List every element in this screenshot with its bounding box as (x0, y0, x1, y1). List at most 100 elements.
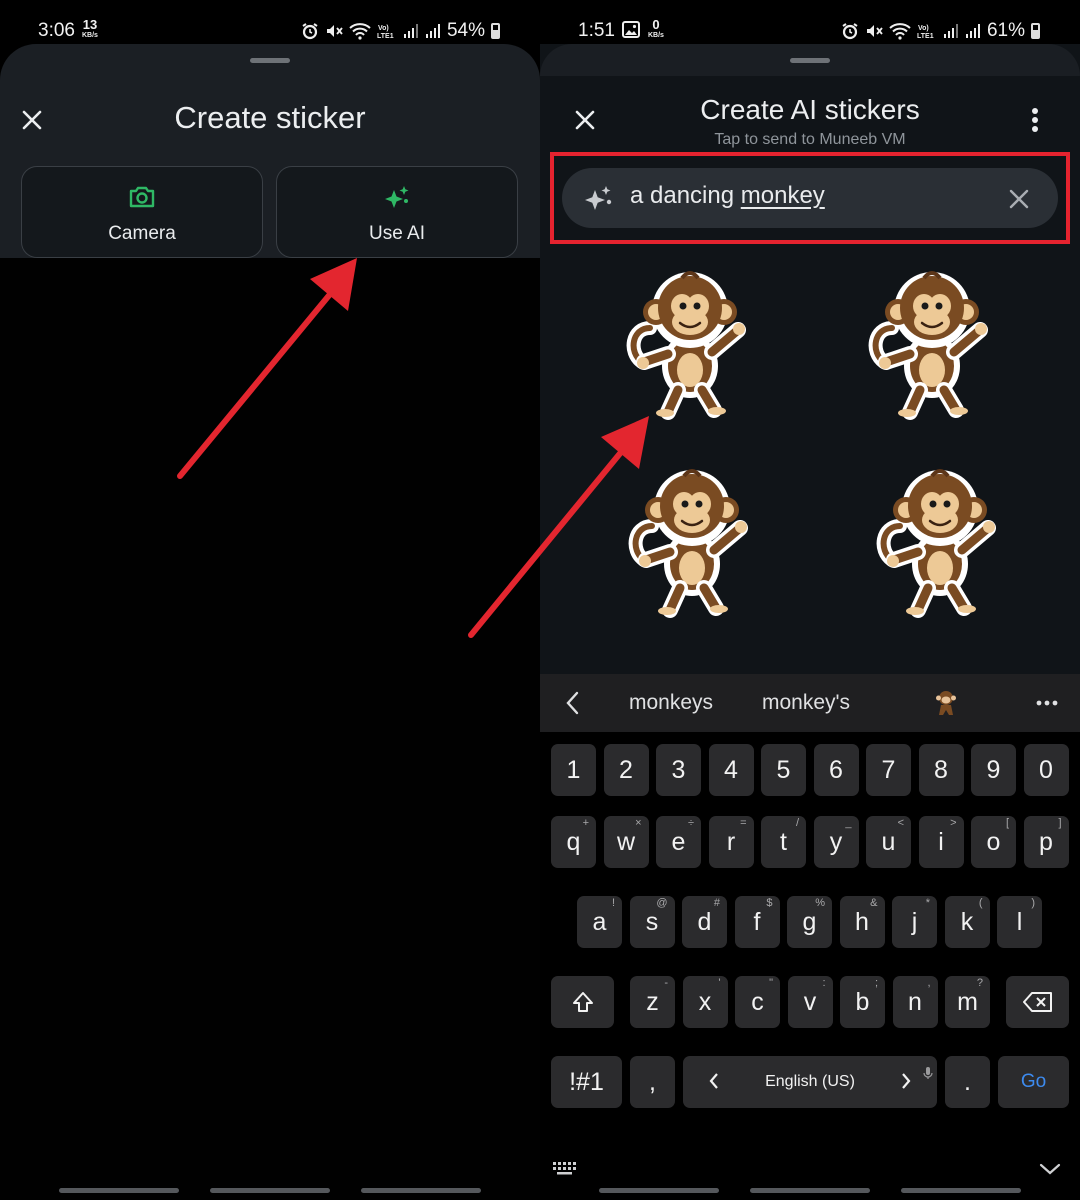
prompt-input[interactable]: a dancing monkey (562, 168, 1058, 228)
drag-handle[interactable] (250, 58, 290, 63)
key-y[interactable]: y _ (813, 816, 859, 868)
key-l[interactable]: l) (997, 896, 1042, 948)
number-key-9[interactable]: 9 (971, 744, 1016, 796)
key-t[interactable]: t / (761, 816, 806, 868)
comma-key[interactable]: , (630, 1056, 675, 1108)
more-options-button[interactable] (1018, 102, 1052, 138)
svg-text:Vo): Vo) (918, 25, 929, 32)
spacebar-key[interactable]: English (US) (683, 1056, 937, 1108)
symbols-key[interactable]: !#1 (551, 1056, 622, 1108)
key-u[interactable]: u < (866, 816, 911, 868)
key-hint: [ (1005, 817, 1009, 829)
key-a[interactable]: a! (577, 896, 622, 948)
page-subtitle: Tap to send to Muneeb VM (714, 131, 906, 148)
key-b[interactable]: b; (840, 976, 885, 1028)
mute-icon (326, 25, 343, 37)
ai-sparkle-icon (383, 185, 411, 216)
drag-handle[interactable] (790, 58, 830, 63)
key-label: 2 (619, 755, 633, 784)
shift-key[interactable] (551, 976, 614, 1028)
key-label: i (938, 827, 944, 856)
key-label: d (697, 907, 712, 936)
backspace-key[interactable] (1006, 976, 1069, 1028)
number-key-4[interactable]: 4 (708, 744, 754, 796)
key-x[interactable]: x ' (682, 976, 728, 1028)
language-label: English (US) (765, 1073, 855, 1090)
key-d[interactable]: d # (682, 896, 727, 948)
key-label: n (908, 987, 922, 1016)
key-p[interactable]: p] (1023, 816, 1069, 868)
monkey-emoji-suggestion[interactable] (928, 686, 964, 720)
key-o[interactable]: o[ (971, 816, 1016, 868)
key-hint: * (925, 897, 930, 909)
number-key-3[interactable]: 3 (656, 744, 701, 796)
number-key-7[interactable]: 7 (866, 744, 911, 796)
key-k[interactable]: k( (944, 896, 990, 948)
key-c[interactable]: c " (735, 976, 780, 1028)
key-w[interactable]: w × (603, 816, 649, 868)
go-label: Go (1020, 1071, 1047, 1092)
key-v[interactable]: v: (787, 976, 833, 1028)
suggestion-item[interactable]: monkeys (629, 691, 713, 715)
suggestion-item[interactable]: monkey's (762, 691, 850, 715)
number-key-2[interactable]: 2 (603, 744, 649, 796)
key-label: o (986, 827, 1001, 856)
volte-icon: Vo)LTE1 (917, 25, 934, 40)
key-label: w (616, 827, 636, 856)
mute-icon (866, 25, 883, 37)
status-bar: 1:51 0 KB/s Vo) LTE1 61% (540, 0, 1080, 44)
key-label: 7 (881, 755, 896, 784)
key-i[interactable]: i > (918, 816, 964, 868)
wifi-icon (349, 23, 371, 40)
key-hint: , (927, 977, 931, 989)
suggestion-more-button[interactable] (1030, 690, 1064, 716)
key-q[interactable]: q + (551, 816, 596, 868)
system-icons: Vo) LTE1 54% (301, 20, 500, 42)
key-s[interactable]: s @ (629, 896, 675, 948)
key-g[interactable]: g% (787, 896, 832, 948)
period-key[interactable]: . (945, 1056, 990, 1108)
gallery-icon (622, 21, 640, 38)
number-key-5[interactable]: 5 (761, 744, 806, 796)
battery-icon (491, 23, 500, 39)
key-label: j (911, 907, 918, 936)
key-n[interactable]: n, (892, 976, 938, 1028)
key-j[interactable]: j * (892, 896, 937, 948)
monkey-sticker[interactable] (862, 262, 1002, 422)
monkey-sticker[interactable] (622, 460, 762, 620)
key-label: e (671, 827, 686, 856)
signal-icon (965, 24, 980, 38)
clear-input-button[interactable] (1006, 186, 1032, 212)
number-key-6[interactable]: 6 (813, 744, 859, 796)
clear-icon (1009, 189, 1029, 209)
use-ai-option-button[interactable]: Use AI (276, 166, 518, 258)
key-e[interactable]: e ÷ (656, 816, 701, 868)
key-hint: # (713, 897, 720, 909)
key-f[interactable]: f $ (734, 896, 780, 948)
key-z[interactable]: z- (630, 976, 675, 1028)
suggestion-back-button[interactable] (558, 688, 586, 718)
wifi-icon (889, 23, 911, 40)
ai-sparkle-icon (584, 184, 614, 217)
number-key-0[interactable]: 0 (1023, 744, 1069, 796)
number-key-1[interactable]: 1 (551, 744, 596, 796)
hide-keyboard-button[interactable] (1036, 1158, 1064, 1180)
monkey-sticker[interactable] (870, 460, 1010, 620)
key-label: z (646, 987, 659, 1016)
key-r[interactable]: r = (708, 816, 754, 868)
key-m[interactable]: m? (945, 976, 990, 1028)
key-h[interactable]: h & (839, 896, 885, 948)
key-label: 6 (829, 755, 843, 784)
key-label: s (645, 907, 659, 936)
keyboard-switch-button[interactable] (550, 1156, 580, 1180)
camera-option-button[interactable]: Camera (21, 166, 263, 258)
key-hint: $ (766, 897, 773, 909)
number-key-8[interactable]: 8 (918, 744, 964, 796)
key-label: 9 (986, 755, 1001, 784)
camera-icon (128, 185, 156, 214)
key-hint: × (635, 817, 642, 829)
monkey-sticker[interactable] (620, 262, 760, 422)
key-label: r (726, 827, 736, 856)
more-horizontal-icon (1036, 700, 1058, 706)
go-key[interactable]: Go (998, 1056, 1069, 1108)
